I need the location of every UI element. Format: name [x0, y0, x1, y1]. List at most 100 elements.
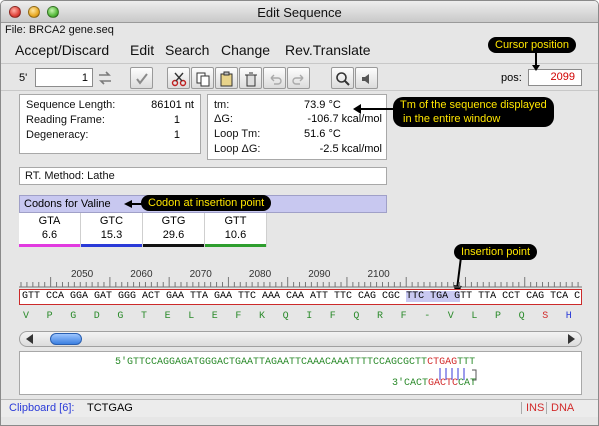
edit-sequence-window: Edit Sequence File: BRCA2 gene.seq Accep… [0, 0, 599, 426]
dna-selection: TTC TGA G [406, 291, 461, 302]
codon-frequency: 6.6 [41, 229, 58, 241]
degeneracy-label: Degeneracy: [26, 129, 89, 141]
title-bar: Edit Sequence [1, 1, 598, 23]
codon-name: GTA [38, 215, 61, 227]
primer-bottom-mismatch: GACTC [428, 378, 459, 389]
scrollbar-thumb[interactable] [50, 333, 82, 345]
amino-acid: - [424, 311, 431, 322]
amino-acid: P [46, 311, 53, 322]
primer-bottom-prefix: 3'CACT [392, 378, 429, 389]
amino-acid: T [141, 311, 148, 322]
window-title: Edit Sequence [257, 5, 342, 20]
loop-tm-value: 51.6 °C [304, 128, 341, 140]
toolbar: 5' pos: 2099 [1, 63, 598, 91]
codon-gtc[interactable]: GTC 15.3 [81, 213, 143, 247]
dna-sequence-field[interactable]: GTT CCA GGA GAT GGG ACT GAA TTA GAA TTC … [19, 289, 582, 305]
primer-top-strand: 5'GTTCCAGGAGATGGGACTGAATTAGAATTCAAACAAAT… [115, 357, 475, 368]
dna-before: GTT CCA GGA GAT GGG ACT GAA TTA GAA TTC … [22, 291, 407, 302]
amino-acid: P [495, 311, 502, 322]
cut-button[interactable] [167, 67, 190, 89]
primer-top-mismatch: CTGAG [427, 357, 458, 368]
menu-search[interactable]: Search [165, 42, 209, 58]
callout-tm-arrow [353, 104, 395, 114]
codon-frequency: 10.6 [224, 229, 247, 241]
amino-acid: G [70, 311, 77, 322]
menu-edit[interactable]: Edit [130, 42, 154, 58]
loop-delta-g-value: -2.5 kcal/mol [319, 143, 382, 155]
primer-view: 5'GTTCCAGGAGATGGGACTGAATTAGAATTCAAACAAAT… [19, 351, 582, 395]
redo-icon [292, 74, 304, 85]
codon-gtt[interactable]: GTT 10.6 [205, 213, 267, 247]
primer-bottom-suffix: CAT [458, 378, 477, 389]
amino-acid: Q [282, 311, 289, 322]
codon-gta[interactable]: GTA 6.6 [19, 213, 81, 247]
degeneracy-value: 1 [173, 129, 180, 141]
file-label: File: BRCA2 gene.seq [5, 24, 114, 36]
menu-accept-discard[interactable]: Accept/Discard [15, 42, 109, 58]
amino-acid: D [93, 311, 100, 322]
reading-frame-label: Reading Frame: [26, 114, 105, 126]
status-bar: Clipboard [6]: TCTGAG INS DNA [1, 399, 598, 417]
clipboard-value: TCTGAG [87, 402, 133, 414]
seq-length-value: 86101 nt [151, 99, 194, 111]
rt-method-panel: RT. Method: Lathe [19, 167, 387, 185]
codon-color-bar [205, 244, 266, 247]
codon-color-bar [19, 244, 80, 247]
copy-icon [196, 72, 210, 87]
codon-name: GTC [99, 215, 124, 227]
magnifier-icon [336, 72, 350, 86]
redo-button[interactable] [287, 67, 310, 89]
reading-frame-input[interactable] [35, 68, 93, 87]
amino-acid: L [471, 311, 478, 322]
position-label: pos: [501, 72, 522, 84]
amino-acid: K [259, 311, 266, 322]
copy-button[interactable] [191, 67, 214, 89]
ruler-tick-label: 2060 [130, 269, 153, 280]
find-button[interactable] [331, 67, 354, 89]
amino-acid: S [542, 311, 549, 322]
swap-strand-icon[interactable] [97, 70, 113, 86]
codons-header-text: Codons for Valine [24, 198, 111, 210]
codon-gtg[interactable]: GTG 29.6 [143, 213, 205, 247]
checkmark-icon [136, 73, 148, 85]
scroll-left-arrow-icon[interactable] [26, 334, 33, 344]
delete-button[interactable] [239, 67, 262, 89]
amino-acid: G [117, 311, 124, 322]
amino-acid: Q [518, 311, 525, 322]
check-button[interactable] [130, 67, 153, 89]
paste-button[interactable] [215, 67, 238, 89]
ruler-tick-label: 2050 [71, 269, 94, 280]
undo-button[interactable] [263, 67, 286, 89]
scroll-right-arrow-icon[interactable] [568, 334, 575, 344]
callout-codon: Codon at insertion point [141, 195, 272, 211]
primer-top-suffix: TTT [457, 357, 476, 368]
sequence-stats-panel: Sequence Length: 86101 nt Reading Frame:… [19, 94, 201, 154]
loop-delta-g-label: Loop ΔG: [214, 143, 261, 155]
speak-button[interactable] [355, 67, 378, 89]
reading-frame-value: 1 [173, 114, 180, 126]
amino-acid: E [211, 311, 218, 322]
menu-change[interactable]: Change [221, 42, 270, 58]
amino-acid: F [235, 311, 242, 322]
loop-tm-label: Loop Tm: [214, 128, 261, 140]
amino-acid: Q [353, 311, 360, 322]
amino-acid: L [188, 311, 195, 322]
primer-top-prefix: 5'GTTCCAGGAGATGGGACTGAATTAGAATTCAAACAAAT… [115, 357, 428, 368]
codon-name: GTG [161, 215, 186, 227]
amino-acid-translation: VPGDGTELEFKQIFQRF-VLPQSH [19, 311, 582, 325]
scissors-icon [171, 72, 187, 87]
amino-acid: I [306, 311, 313, 322]
ruler-tick-label: 2100 [367, 269, 390, 280]
codon-frequency: 15.3 [100, 229, 123, 241]
primer-bottom-strand: 3'CACTGACTCCAT [392, 378, 476, 389]
ruler-tick-label: 2070 [189, 269, 212, 280]
horizontal-scrollbar[interactable] [19, 331, 582, 347]
frame-label: 5' [19, 72, 28, 84]
callout-cursor-arrow [532, 51, 540, 71]
dna-after: TT TTA CCT CAG TCA C [460, 291, 581, 302]
codon-name: GTT [224, 215, 247, 227]
position-ruler [19, 277, 582, 288]
menu-rev-translate[interactable]: Rev.Translate [285, 42, 371, 58]
insert-mode-badge[interactable]: INS [521, 402, 544, 414]
sequence-type-badge[interactable]: DNA [546, 402, 574, 414]
